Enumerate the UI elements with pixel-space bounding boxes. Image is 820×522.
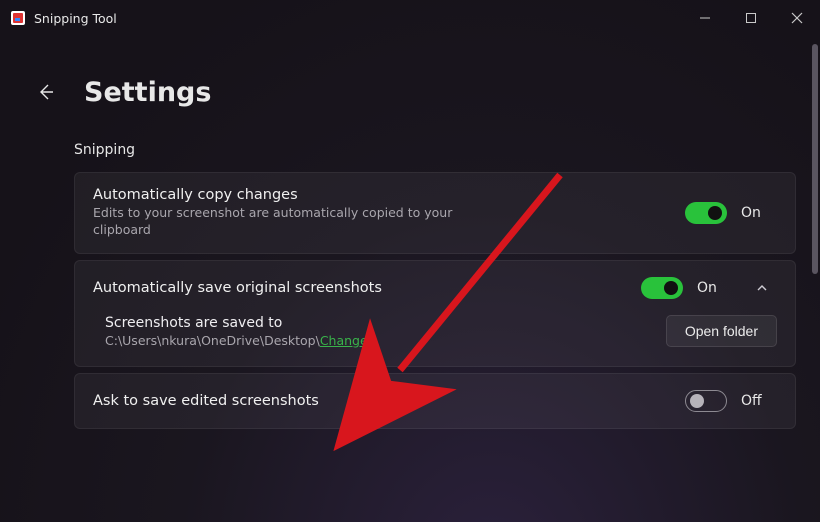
setting-autosave: Automatically save original screenshots … [74, 260, 796, 367]
maximize-button[interactable] [728, 0, 774, 36]
app-title: Snipping Tool [34, 11, 117, 26]
setting-asksave-title: Ask to save edited screenshots [93, 393, 671, 409]
save-location-title: Screenshots are saved to [105, 315, 650, 331]
minimize-button[interactable] [682, 0, 728, 36]
setting-autosave-toggle[interactable] [641, 277, 683, 299]
page-title: Settings [84, 77, 211, 108]
close-button[interactable] [774, 0, 820, 36]
setting-asksave-toggle[interactable] [685, 390, 727, 412]
section-label: Snipping [26, 136, 796, 172]
setting-autocopy: Automatically copy changes Edits to your… [74, 172, 796, 254]
setting-autosave-title: Automatically save original screenshots [93, 280, 627, 296]
setting-autocopy-subtitle: Edits to your screenshot are automatical… [93, 205, 513, 239]
setting-autocopy-toggle-label: On [741, 205, 777, 221]
save-location-path: C:\Users\nkura\OneDrive\Desktop\ [105, 333, 320, 348]
setting-autosave-header[interactable]: Automatically save original screenshots … [75, 261, 795, 315]
snipping-tool-icon [10, 10, 26, 26]
setting-asksave-toggle-label: Off [741, 393, 777, 409]
chevron-up-icon[interactable] [747, 281, 777, 295]
window-controls [682, 0, 820, 36]
setting-autocopy-title: Automatically copy changes [93, 187, 671, 203]
change-location-link[interactable]: Change [320, 333, 368, 348]
titlebar: Snipping Tool [0, 0, 820, 36]
scrollbar[interactable] [812, 44, 818, 274]
setting-autocopy-toggle[interactable] [685, 202, 727, 224]
setting-asksave: Ask to save edited screenshots Off [74, 373, 796, 429]
open-folder-button[interactable]: Open folder [666, 315, 777, 347]
setting-autosave-toggle-label: On [697, 280, 733, 296]
back-button[interactable] [26, 72, 66, 112]
setting-autosave-subpanel: Screenshots are saved to C:\Users\nkura\… [75, 315, 795, 366]
